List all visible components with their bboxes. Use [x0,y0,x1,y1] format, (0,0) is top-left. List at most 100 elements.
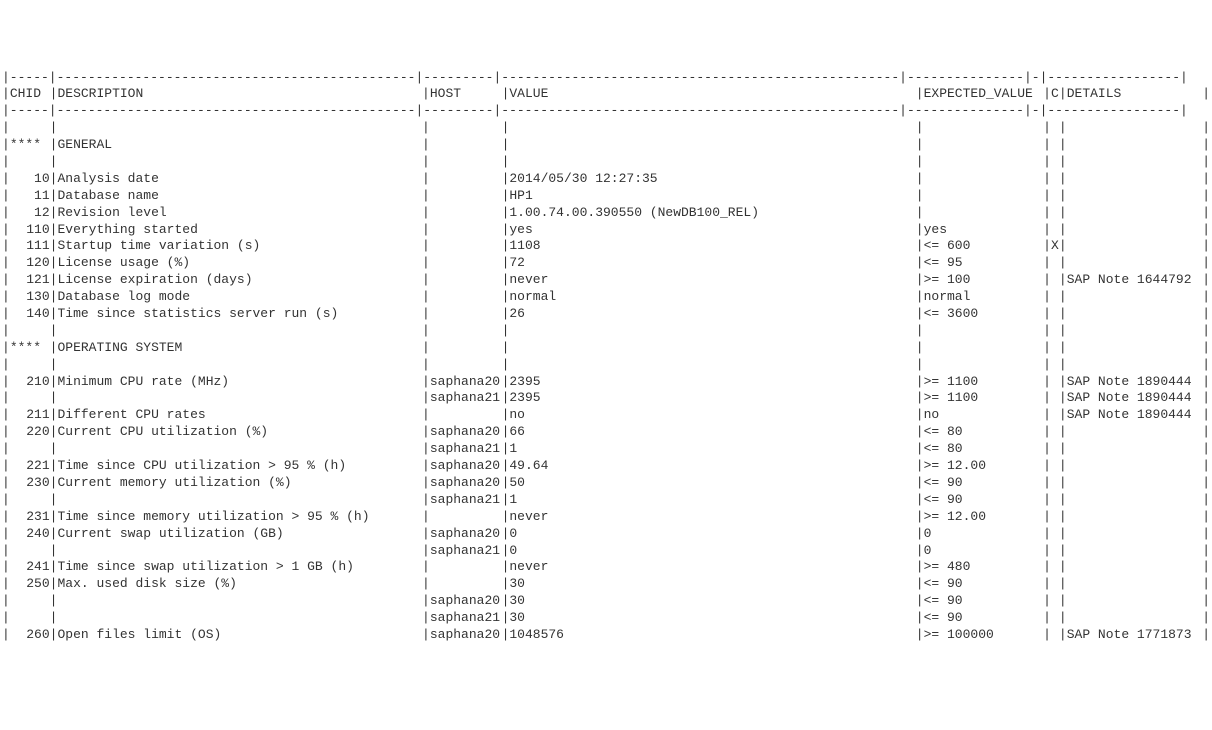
cell-expected-value: >= 480 [924,559,1044,576]
column-separator: | [1202,458,1210,475]
column-separator: | [1202,289,1210,306]
column-separator: | [422,188,430,205]
cell-value: 2014/05/30 12:27:35 [509,171,915,188]
column-separator: | [502,475,510,492]
data-row: |10|Analysis date||2014/05/30 12:27:35||… [2,171,1210,188]
column-separator: | [50,458,58,475]
column-separator: | [1202,407,1210,424]
cell-expected-value: normal [924,289,1044,306]
column-separator: | [916,340,924,357]
column-separator: | [1043,357,1051,374]
column-separator: | [50,272,58,289]
column-separator: | [422,154,430,171]
data-row: |250|Max. used disk size (%)||30|<= 90||… [2,576,1210,593]
column-separator: | [1043,222,1051,239]
column-separator: | [2,120,10,137]
report-row: | ||||||| [2,154,1210,171]
cell-description: Time since statistics server run (s) [57,306,422,323]
column-separator: | [50,492,58,509]
column-separator: | [916,627,924,644]
cell-chid: 241 [10,559,50,576]
report-row: | ||||||| [2,357,1210,374]
column-separator: | [916,137,924,154]
column-separator: | [422,424,430,441]
column-separator: | [422,475,430,492]
cell-value: 0 [509,543,915,560]
cell-description: Database name [57,188,422,205]
column-separator: | [1059,407,1067,424]
cell-chid: 221 [10,458,50,475]
column-separator: | [1059,374,1067,391]
column-separator: | [1059,188,1067,205]
cell-value: 30 [509,593,915,610]
column-separator: | [2,576,10,593]
column-separator: | [2,407,10,424]
cell-expected-value: 0 [924,543,1044,560]
column-separator: | [1043,526,1051,543]
column-separator: | [916,188,924,205]
column-separator: | [1202,238,1210,255]
column-separator: | [1202,509,1210,526]
column-separator: | [1043,171,1051,188]
column-separator: | [1202,374,1210,391]
cell-description: Current CPU utilization (%) [57,424,422,441]
column-separator: | [502,137,510,154]
cell-chid: 231 [10,509,50,526]
column-separator: | [2,357,10,374]
column-separator: | [2,424,10,441]
column-separator: | [1202,543,1210,560]
column-separator: | [916,374,924,391]
column-separator: | [1059,154,1067,171]
cell-chid: 110 [10,222,50,239]
column-separator: | [50,627,58,644]
data-row: |120|License usage (%)||72|<= 95||| [2,255,1210,272]
column-separator: | [502,205,510,222]
column-separator: | [1059,137,1067,154]
separator-line: |-----|---------------------------------… [2,70,1210,87]
column-separator: | [1043,188,1051,205]
column-separator: | [1043,289,1051,306]
column-separator: | [1043,543,1051,560]
column-separator: | [1202,559,1210,576]
column-separator: | [916,171,924,188]
column-separator: | [1202,222,1210,239]
column-separator: | [1059,86,1067,103]
column-separator: | [1202,188,1210,205]
cell-host: saphana20 [430,458,502,475]
cell-value: 0 [509,526,915,543]
column-separator: | [1202,120,1210,137]
column-separator: | [1202,255,1210,272]
column-separator: | [1059,576,1067,593]
column-separator: | [502,424,510,441]
column-separator: | [1043,374,1051,391]
cell-value: 1108 [509,238,915,255]
column-separator: | [1043,238,1051,255]
column-separator: | [1059,357,1067,374]
cell-expected-value: <= 90 [924,576,1044,593]
column-separator: | [916,238,924,255]
column-separator: | [2,137,10,154]
column-separator: | [50,509,58,526]
column-separator: | [1202,610,1210,627]
column-separator: | [916,154,924,171]
data-row: |210|Minimum CPU rate (MHz)|saphana20|23… [2,374,1210,391]
cell-value: 2395 [509,374,915,391]
column-separator: | [1202,492,1210,509]
cell-chid: 130 [10,289,50,306]
column-separator: | [422,306,430,323]
cell-host: saphana20 [430,424,502,441]
cell-details: SAP Note 1890444 [1067,390,1202,407]
column-separator: | [1202,475,1210,492]
cell-value: 66 [509,424,915,441]
column-separator: | [50,576,58,593]
column-separator: | [50,86,58,103]
cell-description: Current swap utilization (GB) [57,526,422,543]
column-separator: | [916,222,924,239]
data-row: |130|Database log mode||normal|normal||| [2,289,1210,306]
column-separator: | [422,458,430,475]
column-separator: | [422,272,430,289]
column-separator: | [422,238,430,255]
column-separator: | [2,559,10,576]
column-separator: | [1043,255,1051,272]
cell-value: 72 [509,255,915,272]
